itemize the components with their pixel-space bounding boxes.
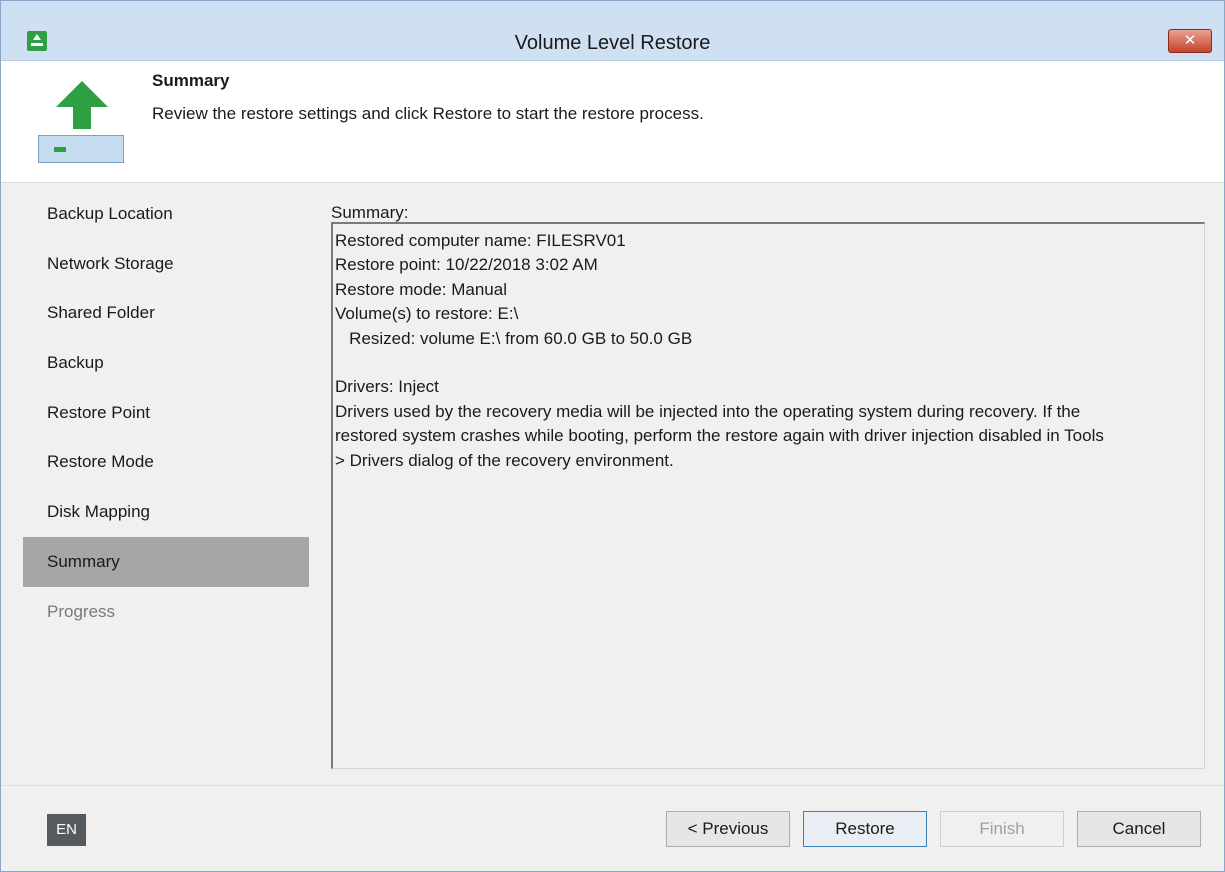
summary-line: Volume(s) to restore: E:\ bbox=[335, 304, 519, 324]
nav-item-summary[interactable]: Summary bbox=[23, 536, 309, 587]
summary-line: Restore point: 10/22/2018 3:02 AM bbox=[335, 255, 598, 275]
close-button[interactable]: ✕ bbox=[1168, 29, 1212, 53]
summary-line: restored system crashes while booting, p… bbox=[335, 426, 1104, 446]
language-indicator[interactable]: EN bbox=[47, 814, 86, 846]
finish-button: Finish bbox=[940, 811, 1064, 847]
summary-label: Summary: bbox=[331, 203, 409, 222]
wizard-header: Summary Review the restore settings and … bbox=[1, 61, 1224, 183]
nav-item-disk-mapping[interactable]: Disk Mapping bbox=[23, 487, 309, 537]
summary-line: Restored computer name: FILESRV01 bbox=[335, 231, 626, 250]
nav-item-restore-point[interactable]: Restore Point bbox=[23, 388, 309, 438]
summary-panel: Summary: Restored computer name: FILESRV… bbox=[313, 183, 1223, 785]
window-title: Volume Level Restore bbox=[514, 32, 711, 54]
summary-line: > Drivers dialog of the recovery environ… bbox=[335, 450, 674, 470]
nav-item-network-storage[interactable]: Network Storage bbox=[23, 239, 309, 289]
summary-line: Resized: volume E:\ from 60.0 GB to 50.0… bbox=[335, 328, 693, 348]
step-description: Review the restore settings and click Re… bbox=[152, 104, 704, 123]
restore-button[interactable]: Restore bbox=[803, 811, 927, 847]
volume-level-restore-window: Volume Level Restore ✕ Summary Review th… bbox=[0, 0, 1225, 872]
summary-line bbox=[335, 351, 1202, 375]
summary-line: Drivers used by the recovery media will … bbox=[335, 401, 1081, 421]
nav-item-backup-location[interactable]: Backup Location bbox=[23, 189, 309, 239]
nav-item-backup[interactable]: Backup bbox=[23, 338, 309, 388]
previous-button[interactable]: < Previous bbox=[666, 811, 790, 847]
cancel-button[interactable]: Cancel bbox=[1077, 811, 1201, 847]
restore-upload-icon bbox=[38, 81, 124, 163]
step-title: Summary bbox=[152, 71, 230, 90]
summary-line: Restore mode: Manual bbox=[335, 279, 507, 299]
title-bar: Volume Level Restore ✕ bbox=[1, 1, 1224, 61]
nav-item-progress: Progress bbox=[47, 601, 116, 621]
nav-item-restore-mode[interactable]: Restore Mode bbox=[23, 437, 309, 487]
summary-line: Drivers: Inject bbox=[335, 377, 439, 397]
summary-textbox[interactable]: Restored computer name: FILESRV01 Restor… bbox=[331, 222, 1205, 769]
nav-item-shared-folder[interactable]: Shared Folder bbox=[23, 288, 309, 338]
footer-divider bbox=[1, 785, 1224, 786]
wizard-steps-nav: Backup Location Network Storage Shared F… bbox=[23, 189, 309, 779]
